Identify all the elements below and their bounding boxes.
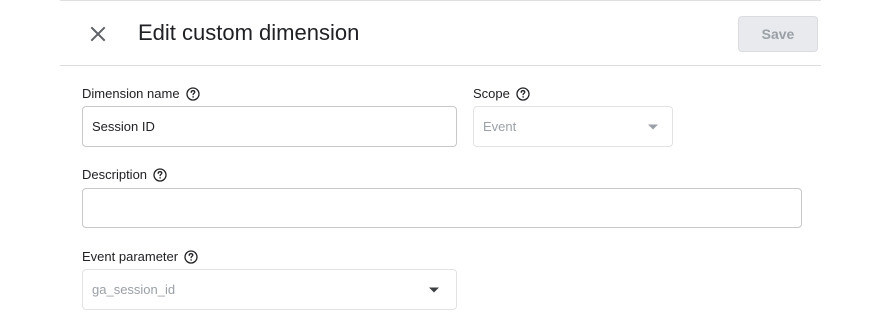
header-divider xyxy=(60,65,821,66)
description-input[interactable] xyxy=(82,188,802,228)
dimension-name-label-text: Dimension name xyxy=(82,86,180,101)
event-parameter-label-text: Event parameter xyxy=(82,249,179,264)
event-parameter-select[interactable]: ga_session_id xyxy=(82,269,457,310)
help-icon[interactable] xyxy=(185,87,200,101)
close-button[interactable] xyxy=(84,20,112,48)
help-icon[interactable] xyxy=(184,250,198,264)
close-icon xyxy=(90,26,106,42)
scope-label: Scope xyxy=(473,86,530,102)
dimension-name-label: Dimension name xyxy=(82,86,200,102)
description-label: Description xyxy=(82,167,167,183)
scope-label-text: Scope xyxy=(473,86,510,101)
dimension-name-value: Session ID xyxy=(92,119,155,134)
save-button[interactable]: Save xyxy=(738,16,818,52)
dropdown-arrow-icon xyxy=(429,287,439,292)
dimension-name-input[interactable]: Session ID xyxy=(82,106,457,147)
panel-top-border xyxy=(60,0,821,1)
dialog-title: Edit custom dimension xyxy=(138,20,360,45)
event-parameter-label: Event parameter xyxy=(82,249,198,265)
event-parameter-selected-value: ga_session_id xyxy=(92,282,176,297)
help-icon[interactable] xyxy=(153,168,167,182)
dropdown-arrow-icon xyxy=(648,124,658,129)
scope-select[interactable]: Event xyxy=(473,106,673,147)
description-label-text: Description xyxy=(82,167,148,182)
scope-selected-value: Event xyxy=(483,119,517,134)
help-icon[interactable] xyxy=(516,87,530,101)
